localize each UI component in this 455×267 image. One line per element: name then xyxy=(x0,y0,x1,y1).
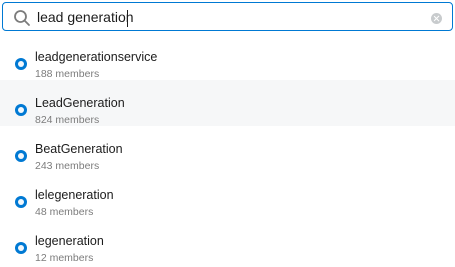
community-name: leadgenerationservice xyxy=(35,50,158,64)
member-count: 824 members xyxy=(35,114,100,126)
community-icon xyxy=(15,58,27,70)
community-name: LeadGeneration xyxy=(35,96,125,110)
community-name: lelegeneration xyxy=(35,188,114,202)
search-result-item[interactable]: leadgenerationservice 188 members xyxy=(0,34,455,80)
community-icon xyxy=(15,242,27,254)
community-icon xyxy=(15,150,27,162)
community-icon xyxy=(15,104,27,116)
search-result-item[interactable]: lelegeneration 48 members xyxy=(0,172,455,218)
clear-icon[interactable] xyxy=(431,13,442,24)
text-caret xyxy=(127,10,128,27)
search-icon xyxy=(14,10,30,26)
search-result-item[interactable]: legeneration 12 members xyxy=(0,218,455,264)
search-result-item[interactable]: LeadGeneration 824 members xyxy=(0,80,455,126)
member-count: 12 members xyxy=(35,252,94,264)
member-count: 48 members xyxy=(35,206,94,218)
community-name: BeatGeneration xyxy=(35,142,123,156)
search-results-list: leadgenerationservice 188 members LeadGe… xyxy=(0,34,455,264)
member-count: 188 members xyxy=(35,68,100,80)
community-icon xyxy=(15,196,27,208)
member-count: 243 members xyxy=(35,160,100,172)
community-name: legeneration xyxy=(35,234,104,248)
search-result-item[interactable]: BeatGeneration 243 members xyxy=(0,126,455,172)
search-input[interactable] xyxy=(37,6,417,28)
search-bar[interactable] xyxy=(2,2,453,31)
